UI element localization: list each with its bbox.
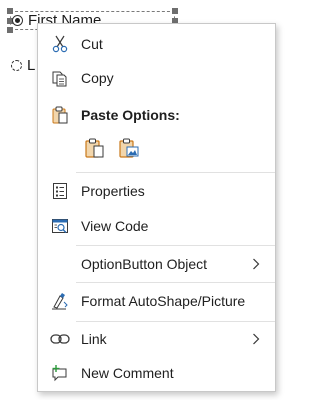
view-code-icon bbox=[50, 217, 70, 235]
paste-picture-icon bbox=[118, 137, 140, 164]
menu-separator bbox=[76, 172, 275, 173]
menu-item-view-code[interactable]: View Code bbox=[38, 210, 275, 242]
menu-item-cut[interactable]: Cut bbox=[38, 28, 275, 60]
radio-unselected-icon bbox=[11, 60, 22, 71]
clipboard-icon bbox=[50, 106, 70, 124]
option-button-second[interactable]: L bbox=[11, 57, 35, 74]
menu-paste-options-header: Paste Options: bbox=[38, 99, 275, 131]
menu-item-label: Properties bbox=[81, 183, 145, 199]
paste-keep-formatting-button[interactable] bbox=[82, 137, 108, 163]
menu-item-label: Cut bbox=[81, 36, 103, 52]
menu-item-label: OptionButton Object bbox=[81, 256, 208, 272]
paste-keep-formatting-icon bbox=[84, 137, 106, 164]
menu-item-new-comment[interactable]: New Comment bbox=[38, 357, 275, 389]
menu-item-copy[interactable]: Copy bbox=[38, 62, 275, 94]
context-menu: Cut Copy Paste Options: Properties View … bbox=[37, 23, 276, 392]
menu-item-option-button-object[interactable]: OptionButton Object bbox=[38, 248, 275, 280]
menu-item-label: Copy bbox=[81, 70, 114, 86]
format-shape-icon bbox=[50, 292, 70, 310]
menu-item-link[interactable]: Link bbox=[38, 323, 275, 355]
menu-item-label: New Comment bbox=[81, 365, 174, 381]
resize-handle-top-right[interactable] bbox=[172, 8, 178, 14]
menu-item-label: Format AutoShape/Picture bbox=[81, 293, 246, 309]
option-button-label: L bbox=[27, 57, 36, 74]
menu-separator bbox=[76, 245, 275, 246]
paste-options-label: Paste Options: bbox=[81, 107, 180, 123]
menu-item-label: View Code bbox=[81, 218, 149, 234]
menu-separator bbox=[76, 282, 275, 283]
new-comment-icon bbox=[50, 364, 70, 382]
link-icon bbox=[50, 330, 70, 348]
copy-icon bbox=[50, 69, 70, 87]
chevron-right-icon bbox=[249, 257, 263, 271]
properties-icon bbox=[50, 182, 70, 200]
radio-selected-icon bbox=[12, 15, 23, 26]
chevron-right-icon bbox=[249, 332, 263, 346]
menu-item-label: Link bbox=[81, 331, 107, 347]
menu-separator bbox=[76, 321, 275, 322]
scissors-icon bbox=[50, 35, 70, 53]
menu-item-format-autoshape[interactable]: Format AutoShape/Picture bbox=[38, 285, 275, 317]
menu-item-properties[interactable]: Properties bbox=[38, 175, 275, 207]
paste-picture-button[interactable] bbox=[116, 137, 142, 163]
